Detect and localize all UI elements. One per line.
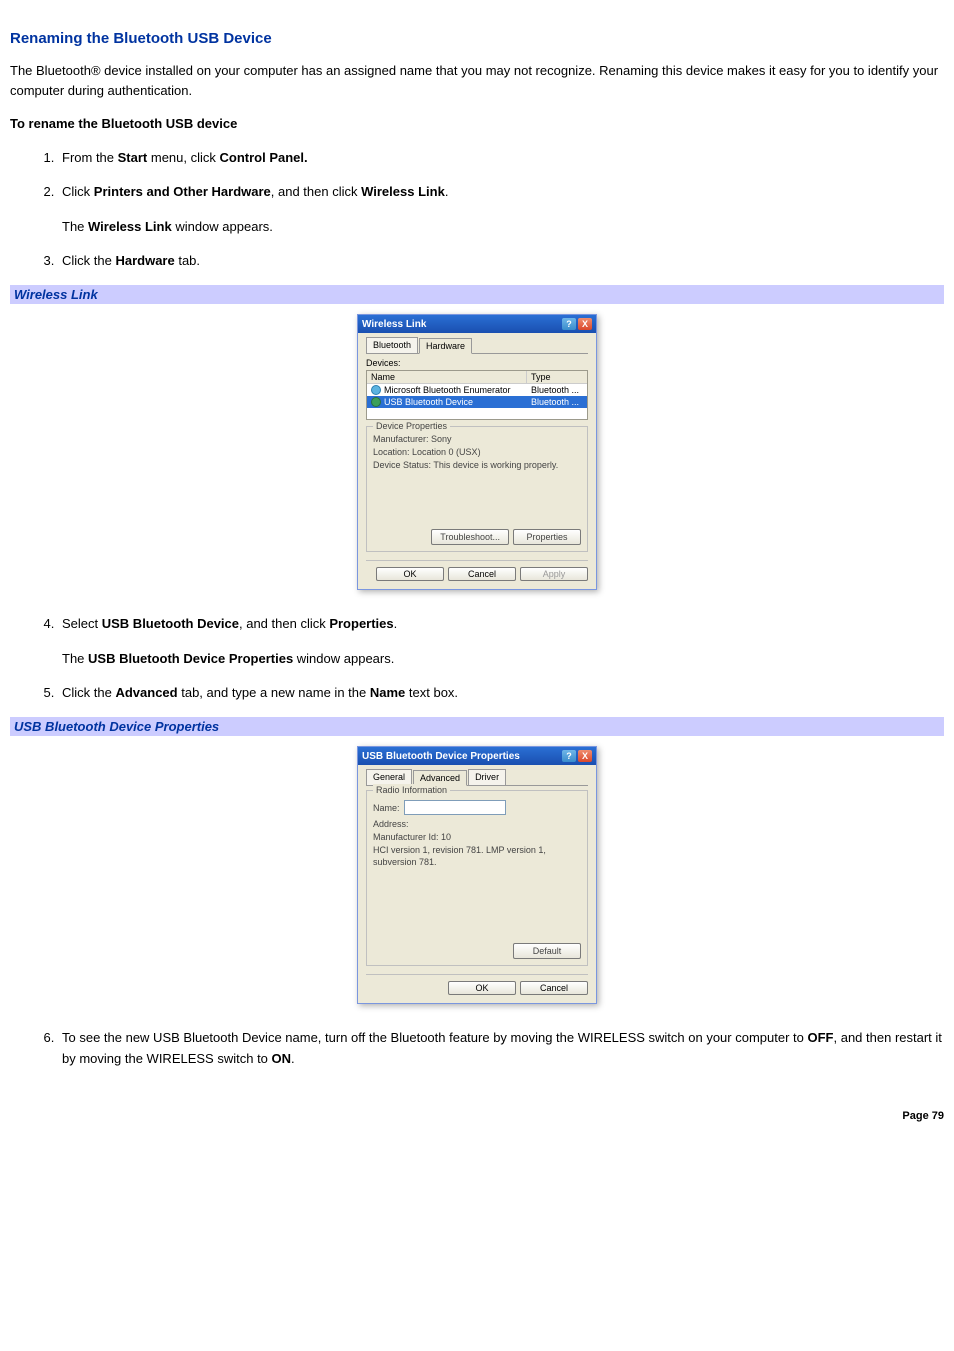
tab-bluetooth[interactable]: Bluetooth [366, 337, 418, 353]
t: tab, and type a new name in the [178, 685, 370, 700]
t: Printers and Other Hardware [94, 184, 271, 199]
page-number: Page 79 [10, 1110, 944, 1122]
step-list-cont: Select USB Bluetooth Device, and then cl… [10, 614, 944, 703]
hci-info: HCI version 1, revision 781. LMP version… [373, 844, 581, 869]
status-line: Device Status: This device is working pr… [373, 459, 581, 472]
col-name: Name [367, 371, 527, 383]
name-input[interactable] [404, 800, 506, 815]
t: USB Bluetooth Device [384, 397, 473, 407]
dialog-title: USB Bluetooth Device Properties [362, 751, 520, 762]
t: Control Panel. [220, 150, 308, 165]
device-properties-group: Device Properties Manufacturer: Sony Loc… [366, 426, 588, 552]
t: Microsoft Bluetooth Enumerator [384, 385, 511, 395]
figure-1: Wireless Link ? X Bluetooth Hardware Dev… [10, 314, 944, 590]
step-1: From the Start menu, click Control Panel… [58, 148, 944, 169]
tab-strip: Bluetooth Hardware [366, 337, 588, 354]
dialog-titlebar: USB Bluetooth Device Properties ? X [358, 747, 596, 765]
manufacturer-line: Manufacturer: Sony [373, 433, 581, 446]
t: menu, click [147, 150, 219, 165]
t: Click the [62, 685, 115, 700]
t: Properties [329, 616, 393, 631]
dialog-title: Wireless Link [362, 319, 426, 330]
manufacturer-id: Manufacturer Id: 10 [373, 831, 581, 844]
t: The [62, 219, 88, 234]
step-3: Click the Hardware tab. [58, 251, 944, 272]
figure-caption-1: Wireless Link [10, 285, 944, 304]
cancel-button[interactable]: Cancel [520, 981, 588, 995]
device-row[interactable]: Microsoft Bluetooth Enumerator Bluetooth… [367, 384, 587, 396]
cancel-button[interactable]: Cancel [448, 567, 516, 581]
close-icon[interactable]: X [578, 750, 592, 762]
t: Advanced [115, 685, 177, 700]
location-line: Location: Location 0 (USX) [373, 446, 581, 459]
wireless-link-dialog: Wireless Link ? X Bluetooth Hardware Dev… [357, 314, 597, 590]
apply-button[interactable]: Apply [520, 567, 588, 581]
ok-button[interactable]: OK [376, 567, 444, 581]
address-label: Address: [373, 818, 581, 831]
radio-info-group: Radio Information Name: Address: Manufac… [366, 790, 588, 966]
troubleshoot-button[interactable]: Troubleshoot... [431, 529, 509, 546]
figure-caption-2: USB Bluetooth Device Properties [10, 717, 944, 736]
t: Start [118, 150, 148, 165]
step-5: Click the Advanced tab, and type a new n… [58, 683, 944, 704]
tab-hardware[interactable]: Hardware [419, 338, 472, 354]
help-icon[interactable]: ? [562, 318, 576, 330]
t: OFF [808, 1030, 834, 1045]
t: From the [62, 150, 118, 165]
t: Click [62, 184, 94, 199]
t: The [62, 651, 88, 666]
intro-paragraph: The Bluetooth® device installed on your … [10, 61, 944, 100]
step-list: From the Start menu, click Control Panel… [10, 148, 944, 272]
group-title: Device Properties [373, 420, 450, 433]
t: Wireless Link [361, 184, 445, 199]
t: . [291, 1051, 295, 1066]
step-2: Click Printers and Other Hardware, and t… [58, 182, 944, 236]
t: window appears. [293, 651, 394, 666]
t: Hardware [115, 253, 174, 268]
t: , and then click [239, 616, 329, 631]
tab-general[interactable]: General [366, 769, 412, 785]
t: tab. [175, 253, 200, 268]
group-title: Radio Information [373, 784, 450, 797]
t: Bluetooth ... [527, 396, 587, 408]
t: Click the [62, 253, 115, 268]
info-icon [371, 385, 381, 395]
t: Name [370, 685, 405, 700]
t: text box. [405, 685, 458, 700]
page-title: Renaming the Bluetooth USB Device [10, 30, 944, 47]
t: Bluetooth ... [527, 384, 587, 396]
device-row-selected[interactable]: USB Bluetooth Device Bluetooth ... [367, 396, 587, 408]
t: , and then click [271, 184, 361, 199]
properties-button[interactable]: Properties [513, 529, 581, 546]
procedure-heading: To rename the Bluetooth USB device [10, 114, 944, 134]
step-list-final: To see the new USB Bluetooth Device name… [10, 1028, 944, 1070]
help-icon[interactable]: ? [562, 750, 576, 762]
step-6: To see the new USB Bluetooth Device name… [58, 1028, 944, 1070]
t: window appears. [172, 219, 273, 234]
default-button[interactable]: Default [513, 943, 581, 960]
close-icon[interactable]: X [578, 318, 592, 330]
t: Wireless Link [88, 219, 172, 234]
intro-text: The Bluetooth® device installed on your … [10, 63, 938, 98]
tab-driver[interactable]: Driver [468, 769, 506, 785]
t: To see the new USB Bluetooth Device name… [62, 1030, 808, 1045]
devices-label: Devices: [366, 358, 588, 368]
ok-button[interactable]: OK [448, 981, 516, 995]
bluetooth-icon [371, 397, 381, 407]
t: . [445, 184, 449, 199]
devices-list[interactable]: Name Type Microsoft Bluetooth Enumerator… [366, 370, 588, 420]
t: USB Bluetooth Device Properties [88, 651, 293, 666]
figure-2: USB Bluetooth Device Properties ? X Gene… [10, 746, 944, 1004]
name-label: Name: [373, 802, 400, 815]
bt-properties-dialog: USB Bluetooth Device Properties ? X Gene… [357, 746, 597, 1004]
dialog-titlebar: Wireless Link ? X [358, 315, 596, 333]
t: USB Bluetooth Device [102, 616, 239, 631]
t: . [394, 616, 398, 631]
t: Select [62, 616, 102, 631]
col-type: Type [527, 371, 587, 383]
t: ON [272, 1051, 292, 1066]
step-4: Select USB Bluetooth Device, and then cl… [58, 614, 944, 668]
